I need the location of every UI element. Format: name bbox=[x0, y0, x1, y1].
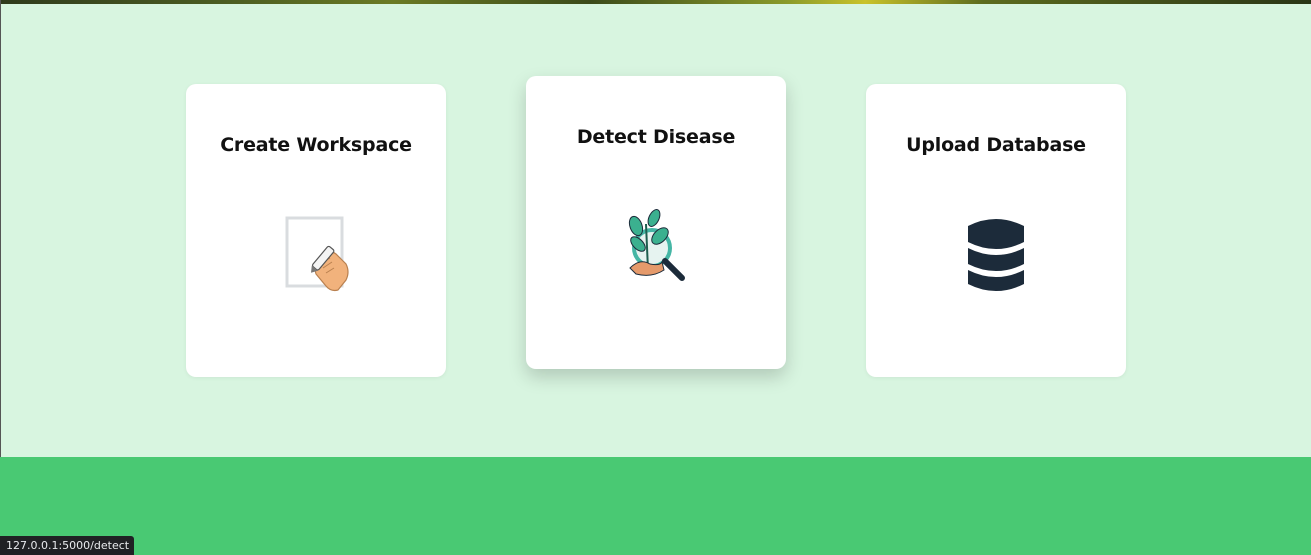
page: Create Workspace Detect Disease Upload D… bbox=[0, 0, 1311, 555]
create-workspace-title: Create Workspace bbox=[220, 134, 412, 156]
status-bar-url: 127.0.0.1:5000/detect bbox=[0, 536, 135, 555]
hero-image-strip bbox=[0, 0, 1311, 4]
upload-database-card[interactable]: Upload Database bbox=[866, 84, 1126, 377]
database-icon bbox=[956, 212, 1036, 292]
pencil-hand-icon bbox=[276, 212, 356, 292]
detect-disease-title: Detect Disease bbox=[576, 126, 736, 148]
detect-disease-card[interactable]: Detect Disease bbox=[526, 76, 786, 369]
footer-band bbox=[0, 457, 1311, 555]
plant-magnifier-icon bbox=[616, 204, 696, 284]
upload-database-title: Upload Database bbox=[906, 134, 1086, 156]
create-workspace-card[interactable]: Create Workspace bbox=[186, 84, 446, 377]
left-border bbox=[0, 0, 1, 457]
